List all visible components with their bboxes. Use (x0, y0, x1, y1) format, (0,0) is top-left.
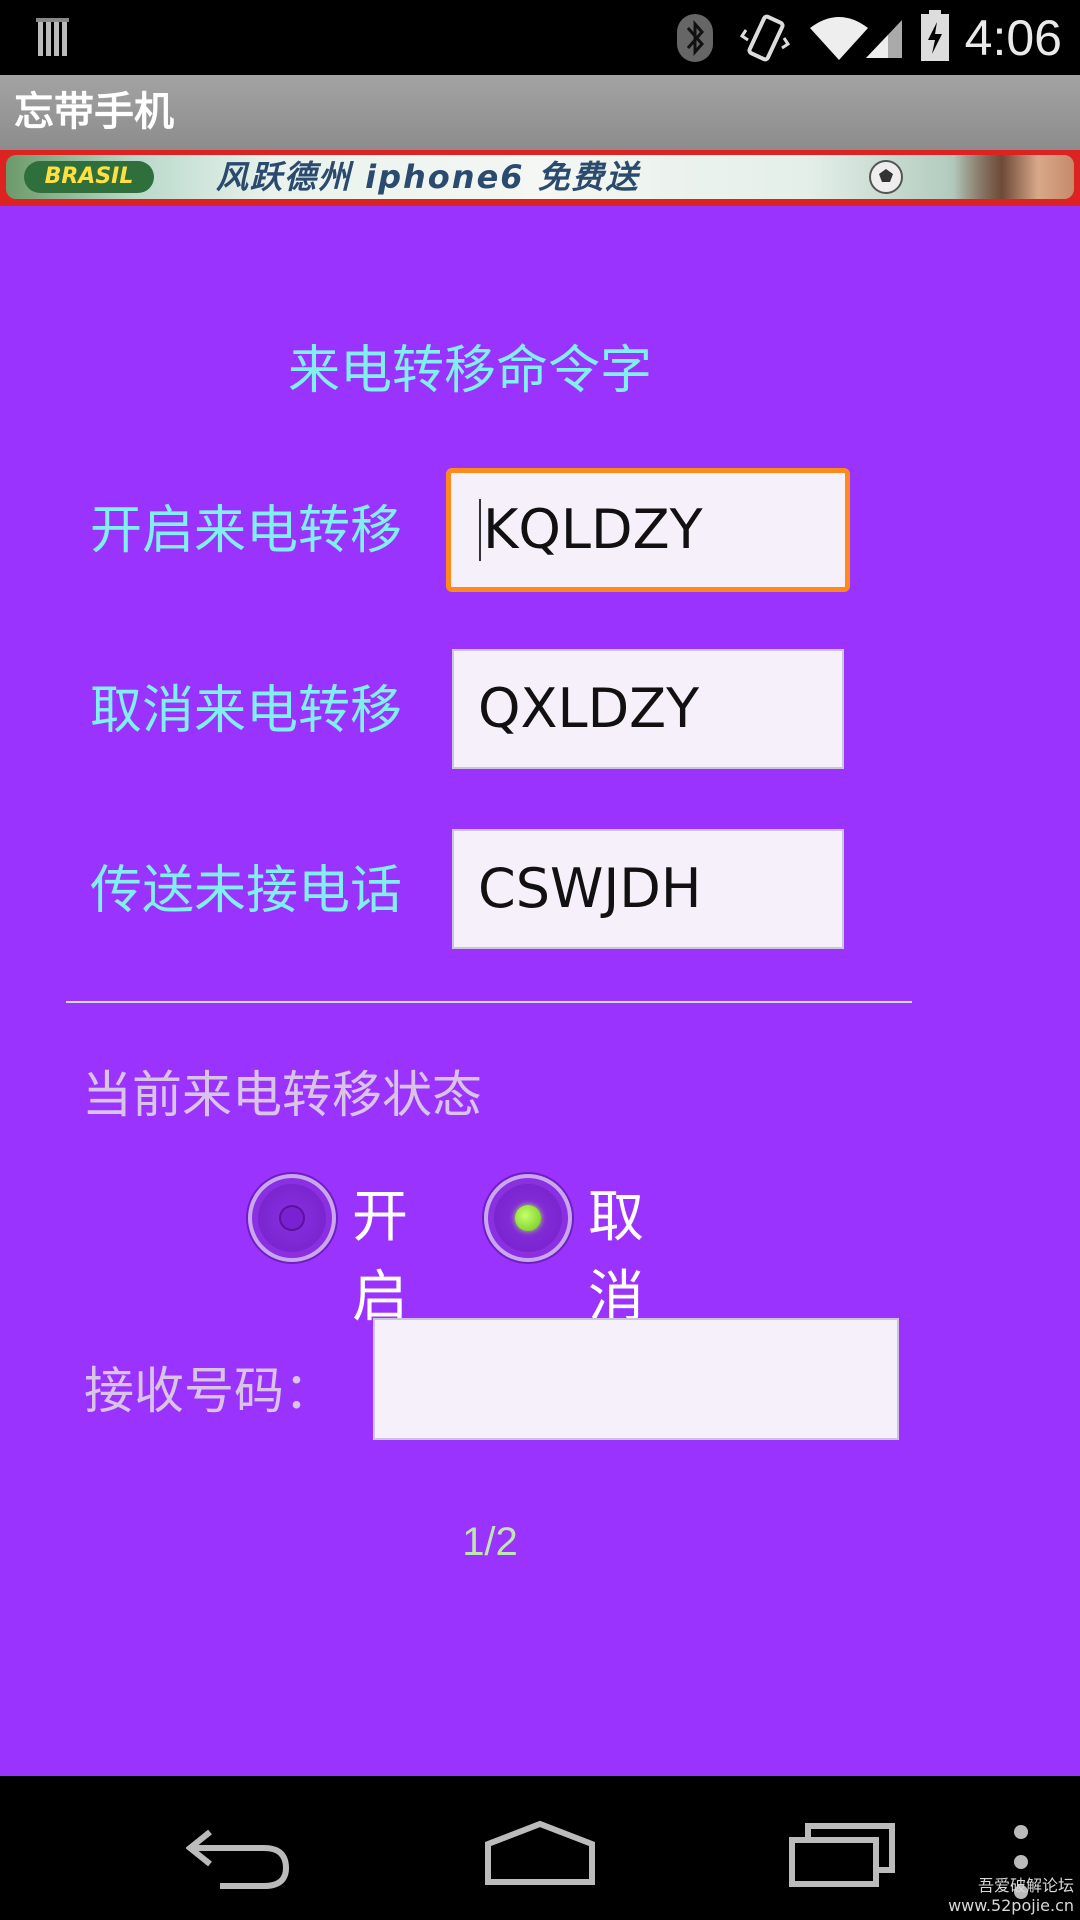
wifi-icon (810, 17, 868, 60)
enable-forward-input[interactable]: KQLDZY (446, 468, 850, 592)
enable-forward-label: 开启来电转移 (90, 501, 403, 561)
status-time: 4:06 (964, 10, 1062, 66)
football-icon (869, 160, 903, 194)
app-title: 忘带手机 (14, 89, 174, 135)
radio-enable-label[interactable]: 开启 (352, 1178, 408, 1338)
cancel-forward-label: 取消来电转移 (90, 681, 403, 741)
status-bar: 4:06 (0, 0, 1080, 75)
notification-icon (36, 18, 69, 56)
vibrate-icon (740, 14, 790, 62)
send-missed-calls-input[interactable]: CSWJDH (452, 829, 844, 949)
cancel-forward-value: QXLDZY (478, 677, 700, 740)
send-missed-calls-value: CSWJDH (478, 857, 702, 920)
send-missed-calls-label: 传送未接电话 (90, 861, 403, 921)
phone-screen: 4:06 忘带手机 BRASIL 风跃德州 iphone6 免费送 来电转移命令… (0, 0, 1080, 1920)
watermark-line1: 吾爱破解论坛 (977, 1876, 1074, 1895)
home-icon[interactable] (484, 1820, 596, 1886)
receive-number-input[interactable] (373, 1318, 899, 1440)
app-title-bar: 忘带手机 (0, 75, 1080, 150)
radio-cancel[interactable] (484, 1174, 572, 1262)
signal-icon (866, 20, 902, 58)
page-indicator: 1/2 (462, 1520, 518, 1564)
main-content: 来电转移命令字 开启来电转移 KQLDZY 取消来电转移 QXLDZY 传送未接… (0, 206, 1080, 1776)
navigation-bar: 吾爱破解论坛 www.52pojie.cn (0, 1776, 1080, 1920)
enable-forward-value: KQLDZY (483, 498, 703, 561)
recent-apps-icon[interactable] (788, 1818, 896, 1888)
ad-banner-image[interactable]: BRASIL 风跃德州 iphone6 免费送 (6, 155, 1074, 199)
battery-icon (921, 10, 949, 61)
radio-cancel-indicator (515, 1205, 541, 1231)
bluetooth-icon (677, 14, 713, 62)
section-title: 来电转移命令字 (287, 341, 652, 401)
back-icon[interactable] (186, 1826, 292, 1890)
watermark-line2: www.52pojie.cn (948, 1896, 1074, 1915)
ad-badge: BRASIL (24, 161, 154, 193)
ad-model-image (954, 155, 1074, 199)
receive-number-label: 接收号码： (84, 1362, 334, 1420)
ad-banner[interactable]: BRASIL 风跃德州 iphone6 免费送 (0, 150, 1080, 206)
radio-enable[interactable] (248, 1174, 336, 1262)
divider (66, 1001, 912, 1003)
radio-cancel-label[interactable]: 取消 (588, 1178, 644, 1338)
watermark: 吾爱破解论坛 www.52pojie.cn (948, 1876, 1074, 1916)
ad-text: 风跃德州 iphone6 免费送 (216, 158, 640, 196)
text-cursor (479, 499, 481, 562)
cancel-forward-input[interactable]: QXLDZY (452, 649, 844, 769)
radio-enable-indicator (279, 1205, 305, 1231)
forward-status-label: 当前来电转移状态 (82, 1066, 482, 1124)
